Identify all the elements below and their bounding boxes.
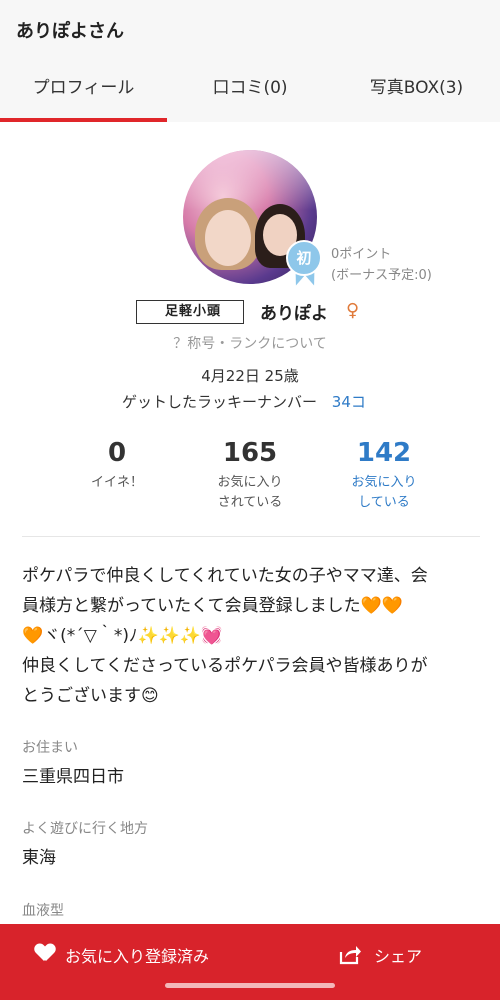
stat-favorited-by-label: お気に入り されている (180, 473, 320, 513)
bonus-text: (ボーナス予定:0) (331, 268, 432, 283)
top-bar: ありぽよさん (0, 0, 500, 58)
tab-photo-box[interactable]: 写真BOX(3) (333, 58, 500, 122)
birthday-age: 4月22日 25歳 (201, 367, 299, 385)
stat-favoriting-count[interactable]: 142 (314, 435, 454, 471)
bio-line: 🧡ヾ(*´▽｀*)ﾉ✨✨✨💓 (22, 626, 223, 646)
points-block: 0ポイント (ボーナス予定:0) (331, 244, 432, 286)
tab-bar: プロフィール 口コミ(0) 写真BOX(3) (0, 58, 500, 122)
home-indicator (165, 983, 335, 988)
stat-favorited-by-count: 165 (222, 438, 278, 468)
bio-text: ポケパラで仲良くしてくれていた女の子やママ達、会 員様方と繋がっていたくて会員登… (22, 561, 482, 711)
area-label: よく遊びに行く地方 (22, 821, 148, 837)
stat-favorited-by-label-line1: お気に入り (217, 475, 283, 490)
bio-line: とうございます😊 (22, 686, 159, 706)
rank-info-link[interactable]: ？称号・ランクについて (0, 333, 500, 353)
residence-value: 三重県四日市 (22, 767, 124, 787)
username: ありぽよ (260, 304, 328, 324)
favorite-button-label: お気に入り登録済み (65, 947, 210, 966)
residence-label: お住まい (22, 740, 78, 756)
stat-favorited-by-label-line2: されている (217, 495, 283, 510)
stat-favoriting-label[interactable]: お気に入り している (314, 473, 454, 513)
share-button-label: シェア (374, 947, 423, 966)
blood-type-label: 血液型 (22, 903, 64, 919)
tab-profile[interactable]: プロフィール (0, 58, 167, 122)
points-text: 0ポイント (331, 247, 392, 262)
stat-likes-count: 0 (107, 438, 127, 468)
lucky-number-label: ゲットしたラッキーナンバー (122, 393, 318, 411)
stat-favoriting-label-line2[interactable]: している (314, 493, 454, 513)
stat-favoriting-label-line1[interactable]: お気に入り (314, 473, 454, 493)
tab-reviews[interactable]: 口コミ(0) (167, 58, 333, 122)
divider (22, 536, 480, 537)
female-icon: ♀ (346, 300, 360, 321)
bio-line: 員様方と繋がっていたくて会員登録しました🧡🧡 (22, 596, 403, 616)
stat-favoriting[interactable]: 142 お気に入り している (314, 435, 454, 513)
stat-likes-label: イイネ！ (90, 475, 143, 490)
stat-favorited-by: 165 お気に入り されている (180, 435, 320, 513)
lucky-number-value[interactable]: 34コ (332, 393, 366, 411)
bio-line: 仲良くしてくださっているポケパラ会員や皆様ありが (22, 656, 428, 676)
avatar-glow (183, 150, 317, 210)
lucky-number: ゲットしたラッキーナンバー 34コ (122, 391, 366, 412)
rank-badge: 初 (286, 240, 322, 276)
heart-icon (35, 944, 55, 964)
area-value: 東海 (22, 848, 56, 868)
avatar-face-left (205, 210, 251, 266)
page-title: ありぽよさん (16, 21, 124, 42)
bio-line: ポケパラで仲良くしてくれていた女の子やママ達、会 (22, 566, 428, 586)
share-icon (339, 946, 361, 965)
stat-likes: 0 イイネ！ (47, 435, 187, 493)
title-badge: 足軽小頭 (136, 300, 244, 324)
